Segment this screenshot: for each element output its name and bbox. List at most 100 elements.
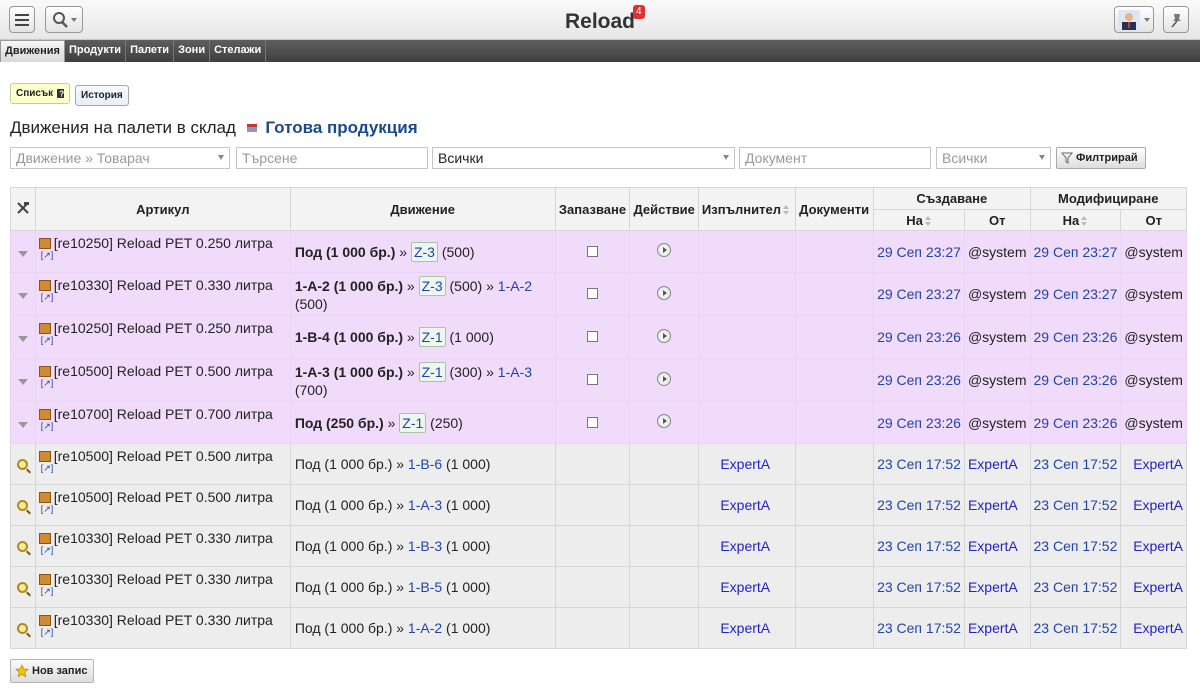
article-label[interactable]: [re10330] Reload PET 0.330 литра (54, 530, 273, 546)
modified-by-cell[interactable]: ExpertA (1120, 525, 1187, 567)
reserve-checkbox[interactable] (586, 374, 598, 385)
created-by-cell[interactable]: ExpertA (963, 566, 1031, 608)
external-link-icon[interactable]: [↗] (41, 464, 287, 473)
executor-link[interactable]: ExpertA (720, 579, 770, 595)
external-link-icon[interactable]: [↗] (41, 336, 287, 345)
all-select[interactable]: Всички (936, 147, 1051, 169)
menu-button[interactable] (9, 6, 35, 33)
executor-link[interactable]: ExpertA (720, 620, 770, 636)
article-label[interactable]: [re10500] Reload PET 0.500 литра (54, 448, 273, 464)
user-menu-button[interactable] (1114, 6, 1154, 33)
external-link-icon[interactable]: [↗] (41, 293, 287, 302)
table-row[interactable]: [re10330] Reload PET 0.330 литра [↗] 1-А-2… (10, 272, 1187, 316)
dest-link[interactable]: 1-В-3 (408, 538, 442, 554)
zone-link[interactable]: Z-1 (418, 362, 446, 382)
pin-button[interactable] (1163, 6, 1189, 33)
article-label[interactable]: [re10330] Reload PET 0.330 литра (54, 277, 273, 293)
external-link-icon[interactable]: [↗] (41, 505, 287, 514)
article-label[interactable]: [re10500] Reload PET 0.500 литра (54, 363, 273, 379)
modified-by-cell[interactable]: ExpertA (1120, 484, 1187, 526)
external-link-icon[interactable]: [↗] (41, 628, 287, 637)
table-row[interactable]: [re10330] Reload PET 0.330 литра [↗] Под (… (10, 525, 1187, 567)
zone-link[interactable]: Z-1 (418, 327, 446, 347)
reserve-checkbox[interactable] (586, 288, 598, 299)
executor-header[interactable]: Изпълнител (697, 187, 797, 231)
reserve-checkbox[interactable] (586, 416, 598, 428)
chevron-down-icon[interactable] (17, 293, 28, 299)
magnifier-icon[interactable] (17, 541, 29, 552)
dest-link[interactable]: 1-А-2 (498, 278, 532, 294)
modified-by-cell[interactable]: ExpertA (1120, 566, 1187, 608)
table-row[interactable]: [re10500] Reload PET 0.500 литра [↗] Под (… (10, 443, 1187, 485)
tab-products[interactable]: Продукти (65, 40, 127, 62)
history-button[interactable]: История (75, 85, 129, 106)
article-label[interactable]: [re10500] Reload PET 0.500 литра (54, 489, 273, 505)
table-row[interactable]: [re10330] Reload PET 0.330 литра [↗] Под (… (10, 566, 1187, 608)
executor-link[interactable]: ExpertA (720, 497, 770, 513)
created-by-cell[interactable]: ExpertA (963, 525, 1031, 567)
table-row[interactable]: [re10500] Reload PET 0.500 литра [↗] 1-А-3… (10, 358, 1187, 402)
table-row[interactable]: [re10330] Reload PET 0.330 литра [↗] Под (… (10, 607, 1187, 649)
table-row[interactable]: [re10250] Reload PET 0.250 литра [↗] 1-В-4… (10, 315, 1187, 359)
tab-zones[interactable]: Зони (174, 40, 211, 62)
zone-link[interactable]: Z-3 (418, 276, 446, 296)
table-row[interactable]: [re10700] Reload PET 0.700 литра [↗] Под (… (10, 401, 1187, 444)
list-button[interactable]: Списък ? (10, 83, 70, 104)
created-by-cell[interactable]: ExpertA (963, 484, 1031, 526)
external-link-icon[interactable]: [↗] (41, 251, 287, 260)
dest-link[interactable]: 1-А-3 (498, 364, 532, 380)
play-icon[interactable] (657, 328, 672, 343)
filter-button[interactable]: Филтрирай (1056, 147, 1146, 169)
zone-link[interactable]: Z-1 (399, 412, 427, 433)
new-record-button[interactable]: Нов запис (10, 659, 94, 683)
article-label[interactable]: [re10250] Reload PET 0.250 литра (54, 320, 273, 336)
search-input[interactable]: Търсене (236, 147, 428, 169)
status-select[interactable]: Всички (432, 147, 735, 169)
table-row[interactable]: [re10500] Reload PET 0.500 литра [↗] Под (… (10, 484, 1187, 526)
tab-pallets[interactable]: Палети (126, 40, 175, 62)
modified-by-cell[interactable]: ExpertA (1120, 607, 1187, 649)
external-link-icon[interactable]: [↗] (41, 379, 287, 388)
play-icon[interactable] (657, 371, 672, 386)
executor-link[interactable]: ExpertA (720, 456, 770, 472)
external-link-icon[interactable]: [↗] (41, 587, 287, 596)
external-link-icon[interactable]: [↗] (41, 546, 287, 555)
search-button[interactable] (45, 6, 83, 33)
executor-link[interactable]: ExpertA (720, 538, 770, 554)
tools-header[interactable] (10, 187, 36, 231)
dest-link[interactable]: 1-В-5 (408, 579, 442, 595)
magnifier-icon[interactable] (17, 582, 29, 593)
modified-by-cell[interactable]: ExpertA (1120, 443, 1187, 485)
chevron-down-icon[interactable] (17, 421, 28, 428)
dest-link[interactable]: 1-В-6 (408, 456, 442, 472)
play-icon[interactable] (657, 414, 672, 428)
magnifier-icon[interactable] (17, 500, 29, 511)
play-icon[interactable] (657, 285, 672, 300)
play-icon[interactable] (657, 243, 672, 257)
dest-link[interactable]: 1-А-3 (408, 497, 442, 513)
external-link-icon[interactable]: [↗] (41, 422, 287, 431)
reserve-checkbox[interactable] (586, 331, 598, 342)
tab-racks[interactable]: Стелажи (210, 40, 267, 62)
created-on-header[interactable]: На (873, 209, 965, 231)
chevron-down-icon[interactable] (17, 336, 28, 342)
chevron-down-icon[interactable] (17, 250, 28, 257)
created-by-cell[interactable]: ExpertA (963, 607, 1031, 649)
article-label[interactable]: [re10330] Reload PET 0.330 литра (54, 612, 273, 628)
dest-link[interactable]: 1-А-2 (408, 620, 442, 636)
app-title[interactable]: Reload (565, 10, 635, 33)
modified-on-header[interactable]: На (1029, 209, 1122, 231)
article-label[interactable]: [re10700] Reload PET 0.700 литра (54, 406, 273, 422)
created-by-cell[interactable]: ExpertA (963, 443, 1031, 485)
warehouse-link[interactable]: Готова продукция (265, 118, 417, 137)
tab-movements[interactable]: Движения (0, 40, 65, 62)
magnifier-icon[interactable] (17, 623, 29, 634)
document-input[interactable]: Документ (739, 147, 931, 169)
table-row[interactable]: [re10250] Reload PET 0.250 литра [↗] Под (… (10, 230, 1187, 273)
article-label[interactable]: [re10250] Reload PET 0.250 литра (54, 235, 273, 251)
magnifier-icon[interactable] (17, 459, 29, 470)
reserve-checkbox[interactable] (586, 245, 598, 257)
zone-link[interactable]: Z-3 (410, 241, 438, 262)
article-label[interactable]: [re10330] Reload PET 0.330 литра (54, 571, 273, 587)
chevron-down-icon[interactable] (17, 379, 28, 385)
